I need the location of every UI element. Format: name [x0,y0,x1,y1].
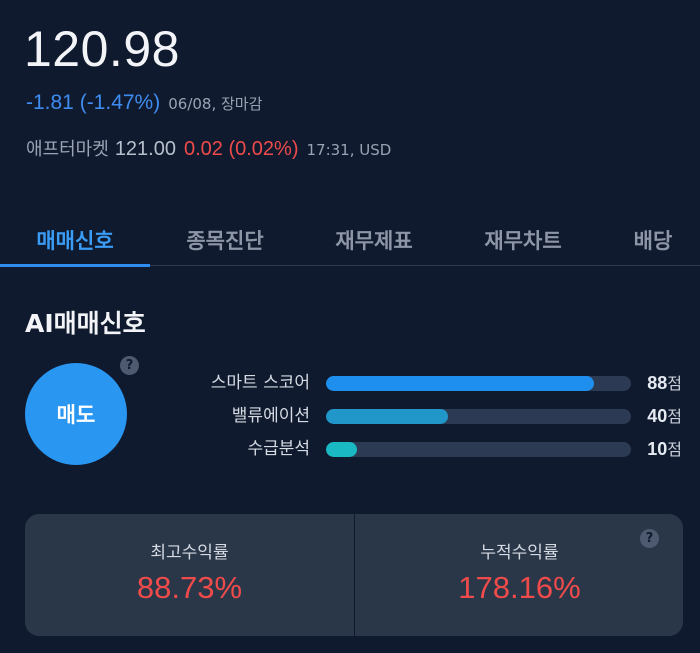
tab-financial-chart[interactable]: 재무차트 [448,212,598,266]
after-market-label: 애프터마켓 [26,139,109,160]
score-bar-track [326,376,631,391]
score-label: 밸류에이션 [231,406,310,426]
score-row-supply-demand: 수급분석 10점 [180,437,690,461]
max-return-cell: 최고수익률 88.73% [25,514,354,636]
signal-badge: 매도 [25,363,127,465]
max-return-label: 최고수익률 [150,543,229,563]
tab-dividend[interactable]: 배당 [578,212,700,266]
score-label: 스마트 스코어 [210,373,310,393]
after-market-change: 0.02 (0.02%) [183,138,299,160]
tab-trading-signal[interactable]: 매매신호 [0,212,150,266]
cumulative-return-cell: 누적수익률 178.16% [355,514,684,636]
section-title: AI매매신호 [25,309,146,338]
tab-stock-diagnosis[interactable]: 종목진단 [150,212,300,266]
after-market-row: 애프터마켓 121.00 0.02 (0.02%) 17:31, USD [26,135,391,161]
score-bar-fill [326,409,448,424]
price-change: -1.81 (-1.47%) [26,91,161,114]
score-row-smart: 스마트 스코어 88점 [180,371,690,395]
help-icon[interactable]: ? [120,356,139,375]
score-value: 40점 [647,406,682,426]
score-bar-fill [326,442,357,457]
price-change-row: -1.81 (-1.47%) 06/08, 장마감 [26,91,262,115]
tab-financial-statements[interactable]: 재무제표 [299,212,449,266]
after-market-price: 121.00 [114,138,176,160]
score-row-valuation: 밸류에이션 40점 [180,404,690,428]
tab-bar: 매매신호 종목진단 재무제표 재무차트 배당 [0,212,700,267]
help-icon[interactable]: ? [640,529,659,548]
active-tab-indicator [0,264,150,267]
score-bar-fill [326,376,595,391]
current-price: 120.98 [24,21,180,77]
price-change-meta: 06/08, 장마감 [168,95,263,113]
score-bar-track [326,409,631,424]
after-market-meta: 17:31, USD [306,141,392,159]
cumulative-return-value: 178.16% [458,570,581,605]
cumulative-return-label: 누적수익률 [480,543,559,563]
returns-panel: 최고수익률 88.73% 누적수익률 178.16% ? [25,514,683,636]
score-bar-track [326,442,631,457]
max-return-value: 88.73% [136,570,243,605]
score-value: 10점 [647,439,682,459]
score-value: 88점 [647,373,682,393]
score-label: 수급분석 [247,439,310,459]
